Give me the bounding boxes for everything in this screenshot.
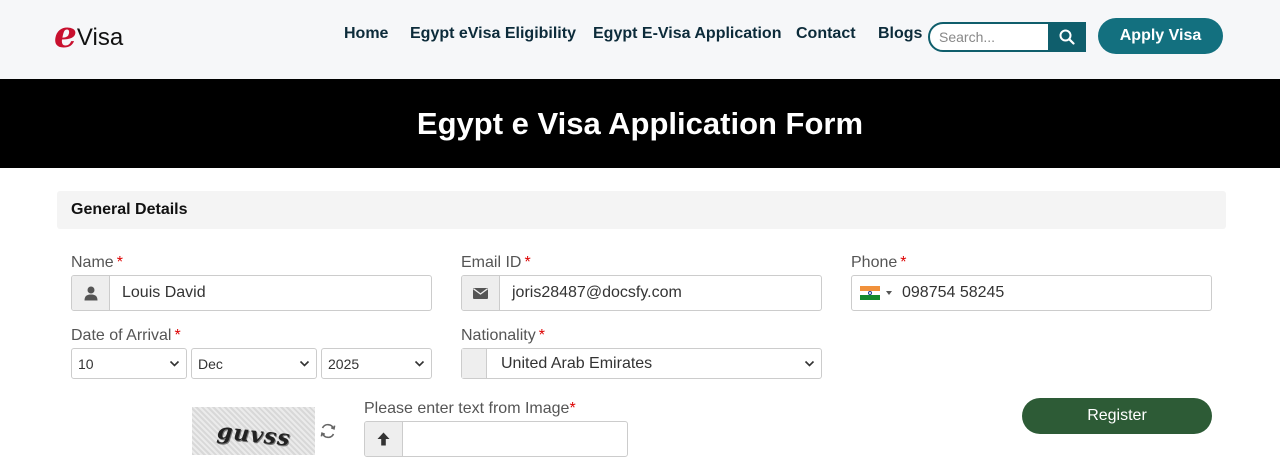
refresh-captcha-icon[interactable] bbox=[318, 421, 338, 441]
search-input[interactable] bbox=[930, 24, 1050, 50]
captcha-label-text: Please enter text from Image bbox=[364, 400, 570, 417]
nationality-label-text: Nationality bbox=[461, 327, 536, 344]
email-label-text: Email ID bbox=[461, 254, 522, 271]
nav-link-contact[interactable]: Contact bbox=[796, 25, 856, 43]
arrival-label-text: Date of Arrival bbox=[71, 327, 172, 344]
apply-visa-button[interactable]: Apply Visa bbox=[1098, 18, 1223, 54]
arrival-year-value: 2025 bbox=[328, 355, 360, 372]
email-label: Email ID * bbox=[461, 254, 531, 272]
chevron-down-icon bbox=[804, 360, 815, 367]
name-field[interactable]: Louis David bbox=[71, 275, 432, 311]
email-field[interactable]: joris28487@docsfy.com bbox=[461, 275, 822, 311]
nationality-select[interactable]: United Arab Emirates bbox=[461, 348, 822, 379]
captcha-field[interactable] bbox=[364, 421, 628, 457]
required-marker: * bbox=[524, 254, 531, 271]
upload-arrow-icon bbox=[377, 432, 390, 446]
email-addon bbox=[462, 276, 500, 310]
evisa-logo[interactable]: e Visa bbox=[54, 14, 124, 56]
phone-label-text: Phone bbox=[851, 254, 898, 271]
caret-down-icon bbox=[886, 291, 892, 295]
section-title: General Details bbox=[71, 201, 188, 218]
nav-link-application[interactable]: Egypt E-Visa Application bbox=[593, 25, 781, 43]
country-code-dropdown[interactable] bbox=[852, 276, 896, 310]
name-label-text: Name bbox=[71, 254, 114, 271]
general-details-header: General Details bbox=[57, 191, 1226, 229]
user-icon bbox=[84, 286, 97, 300]
phone-field[interactable]: 098754 58245 bbox=[851, 275, 1212, 311]
name-addon bbox=[72, 276, 110, 310]
required-marker: * bbox=[174, 327, 181, 344]
page-title: Egypt e Visa Application Form bbox=[416, 105, 864, 141]
required-marker: * bbox=[538, 327, 545, 344]
search-button[interactable] bbox=[1048, 24, 1084, 50]
nationality-value: United Arab Emirates bbox=[501, 354, 653, 372]
arrival-month-select[interactable]: Dec bbox=[191, 348, 317, 379]
name-label: Name * bbox=[71, 254, 123, 272]
required-marker: * bbox=[569, 400, 576, 417]
phone-input[interactable]: 098754 58245 bbox=[896, 276, 1211, 310]
search-box bbox=[928, 22, 1086, 52]
chevron-down-icon bbox=[414, 360, 425, 367]
search-icon bbox=[1059, 29, 1075, 45]
nav-link-eligibility[interactable]: Egypt eVisa Eligibility bbox=[410, 25, 576, 43]
envelope-icon bbox=[473, 287, 488, 299]
nav-link-home[interactable]: Home bbox=[344, 25, 388, 43]
logo-word: Visa bbox=[76, 24, 124, 51]
required-marker: * bbox=[900, 254, 907, 271]
email-input[interactable]: joris28487@docsfy.com bbox=[500, 276, 821, 310]
captcha-addon bbox=[365, 422, 403, 456]
arrival-year-select[interactable]: 2025 bbox=[321, 348, 432, 379]
page-banner: Egypt e Visa Application Form bbox=[0, 79, 1280, 168]
phone-label: Phone * bbox=[851, 254, 907, 272]
required-marker: * bbox=[116, 254, 123, 271]
top-navbar: e Visa Home Egypt eVisa Eligibility Egyp… bbox=[0, 0, 1280, 79]
arrival-label: Date of Arrival * bbox=[71, 327, 181, 345]
nav-link-blogs[interactable]: Blogs bbox=[878, 25, 922, 43]
captcha-text: guvss bbox=[215, 418, 292, 452]
arrival-day-select[interactable]: 10 bbox=[71, 348, 187, 379]
arrival-month-value: Dec bbox=[198, 355, 223, 372]
name-input[interactable]: Louis David bbox=[110, 276, 431, 310]
captcha-image: guvss bbox=[192, 407, 315, 455]
india-flag-icon bbox=[860, 286, 880, 300]
nationality-label: Nationality * bbox=[461, 327, 545, 345]
captcha-input[interactable] bbox=[403, 422, 627, 456]
arrival-day-value: 10 bbox=[78, 355, 94, 372]
chevron-down-icon bbox=[299, 360, 310, 367]
nationality-addon bbox=[462, 349, 487, 378]
captcha-label: Please enter text from Image* bbox=[364, 400, 576, 418]
chevron-down-icon bbox=[169, 360, 180, 367]
logo-letter: e bbox=[54, 14, 77, 56]
register-button[interactable]: Register bbox=[1022, 398, 1212, 434]
